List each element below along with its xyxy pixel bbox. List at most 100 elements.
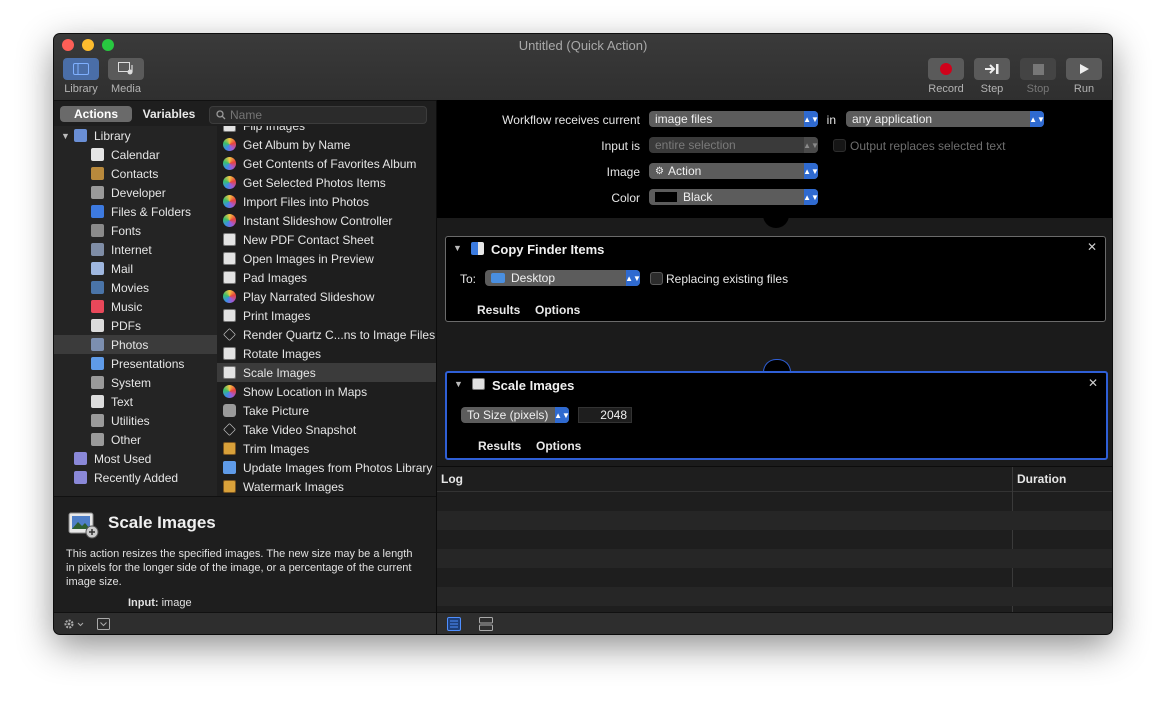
utilities-icon <box>91 414 104 427</box>
sidebar-item-calendar[interactable]: Calendar <box>54 145 217 164</box>
action-item-label: Rotate Images <box>243 346 322 361</box>
destination-popup[interactable]: Desktop ▲▼ <box>485 270 641 286</box>
output-replaces-checkbox <box>833 139 846 152</box>
sidebar-item-label: Files & Folders <box>111 204 192 219</box>
action-item[interactable]: Update Images from Photos Library <box>217 458 436 477</box>
log-row <box>437 511 1112 530</box>
action-item[interactable]: Take Picture <box>217 401 436 420</box>
action-card-scale-images[interactable]: ▼ Scale Images ✕ To Size (pixels) ▲▼ 204… <box>445 371 1108 460</box>
sidebar-item-text[interactable]: Text <box>54 392 217 411</box>
tab-actions[interactable]: Actions <box>60 106 132 122</box>
action-item[interactable]: Print Images <box>217 306 436 325</box>
split-view-icon[interactable] <box>479 617 493 631</box>
photos-app-icon <box>223 176 236 189</box>
action-item[interactable]: Flip Images <box>217 126 436 135</box>
action-item[interactable]: Open Images in Preview <box>217 249 436 268</box>
action-item[interactable]: Instant Slideshow Controller <box>217 211 436 230</box>
sidebar-item-photos[interactable]: Photos <box>54 335 217 354</box>
action-item-label: Take Picture <box>243 403 310 418</box>
close-icon[interactable]: ✕ <box>1087 240 1097 254</box>
action-item[interactable]: Get Selected Photos Items <box>217 173 436 192</box>
search-icon <box>216 110 226 120</box>
sidebar-item-files-folders[interactable]: Files & Folders <box>54 202 217 221</box>
sidebar-item-internet[interactable]: Internet <box>54 240 217 259</box>
category-list: ▼ Library Calendar Contacts Developer Files &… <box>54 126 217 496</box>
tab-variables[interactable]: Variables <box>134 106 204 122</box>
library-icon <box>74 129 87 142</box>
replacing-checkbox[interactable] <box>650 272 663 285</box>
presentations-icon <box>223 461 236 474</box>
application-popup[interactable]: any application ▲▼ <box>846 111 1045 127</box>
action-item[interactable]: Get Album by Name <box>217 135 436 154</box>
sidebar-item-contacts[interactable]: Contacts <box>54 164 217 183</box>
action-item[interactable]: Show Location in Maps <box>217 382 436 401</box>
action-item[interactable]: Render Quartz C...ns to Image Files <box>217 325 436 344</box>
action-item-label: Take Video Snapshot <box>243 422 357 437</box>
action-item[interactable]: Scale Images <box>217 363 436 382</box>
sidebar-item-label: Internet <box>111 242 152 257</box>
sidebar-item-recently-added[interactable]: Recently Added <box>54 468 217 487</box>
log-column-header[interactable]: Log <box>441 472 463 486</box>
list-view-icon[interactable] <box>447 617 461 631</box>
disclosure-triangle-icon[interactable]: ▼ <box>453 243 462 253</box>
action-item[interactable]: Play Narrated Slideshow <box>217 287 436 306</box>
music-icon <box>91 300 104 313</box>
color-popup[interactable]: Black ▲▼ <box>649 189 819 205</box>
connector-top <box>763 212 789 228</box>
quartz-icon <box>223 423 236 436</box>
options-tab[interactable]: Options <box>536 439 581 453</box>
run-button[interactable] <box>1066 58 1102 80</box>
close-icon[interactable]: ✕ <box>1088 376 1098 390</box>
image-action-icon <box>223 347 236 360</box>
stop-button[interactable] <box>1020 58 1056 80</box>
duration-column-header[interactable]: Duration <box>1017 472 1066 486</box>
chevron-updown-icon: ▲▼ <box>625 270 641 286</box>
finder-icon <box>91 205 104 218</box>
action-item-label: Update Images from Photos Library <box>243 460 433 475</box>
log-table: Log Duration <box>437 466 1112 613</box>
sidebar-item-developer[interactable]: Developer <box>54 183 217 202</box>
sidebar-item-utilities[interactable]: Utilities <box>54 411 217 430</box>
action-item[interactable]: New PDF Contact Sheet <box>217 230 436 249</box>
disclosure-triangle-icon[interactable]: ▼ <box>61 131 70 141</box>
gear-icon[interactable] <box>63 618 85 630</box>
sidebar-item-library[interactable]: ▼ Library <box>54 126 217 145</box>
action-item[interactable]: Pad Images <box>217 268 436 287</box>
action-item-label: Get Album by Name <box>243 137 351 152</box>
action-item[interactable]: Watermark Images <box>217 477 436 496</box>
sidebar-item-presentations[interactable]: Presentations <box>54 354 217 373</box>
sidebar-item-system[interactable]: System <box>54 373 217 392</box>
step-button[interactable] <box>974 58 1010 80</box>
sidebar-item-pdfs[interactable]: PDFs <box>54 316 217 335</box>
action-item-label: Flip Images <box>243 126 305 133</box>
play-icon <box>1080 64 1089 74</box>
action-item[interactable]: Get Contents of Favorites Album <box>217 154 436 173</box>
search-field[interactable] <box>209 106 427 124</box>
sidebar-item-fonts[interactable]: Fonts <box>54 221 217 240</box>
size-field[interactable]: 2048 <box>578 407 632 423</box>
action-item[interactable]: Trim Images <box>217 439 436 458</box>
action-card-copy-finder-items[interactable]: ▼ Copy Finder Items ✕ To: Desktop ▲▼ Rep… <box>445 236 1106 322</box>
results-tab[interactable]: Results <box>478 439 521 453</box>
action-item[interactable]: Rotate Images <box>217 344 436 363</box>
action-item[interactable]: Take Video Snapshot <box>217 420 436 439</box>
receives-popup[interactable]: image files ▲▼ <box>649 111 819 127</box>
options-tab[interactable]: Options <box>535 303 580 317</box>
sidebar-item-music[interactable]: Music <box>54 297 217 316</box>
scale-mode-popup[interactable]: To Size (pixels) ▲▼ <box>461 407 570 423</box>
search-input[interactable] <box>230 107 420 123</box>
image-popup[interactable]: ⚙ Action ▲▼ <box>649 163 819 179</box>
record-button[interactable] <box>928 58 964 80</box>
media-button[interactable] <box>108 58 144 80</box>
disclosure-triangle-icon[interactable]: ▼ <box>454 379 463 389</box>
results-tab[interactable]: Results <box>477 303 520 317</box>
action-item[interactable]: Import Files into Photos <box>217 192 436 211</box>
sidebar-item-most-used[interactable]: Most Used <box>54 449 217 468</box>
folder-icon <box>491 273 505 283</box>
input-is-label: Input is <box>601 139 640 153</box>
library-button[interactable] <box>63 58 99 80</box>
sidebar-item-movies[interactable]: Movies <box>54 278 217 297</box>
sidebar-item-mail[interactable]: Mail <box>54 259 217 278</box>
toggle-description-icon[interactable] <box>97 618 110 630</box>
sidebar-item-other[interactable]: Other <box>54 430 217 449</box>
